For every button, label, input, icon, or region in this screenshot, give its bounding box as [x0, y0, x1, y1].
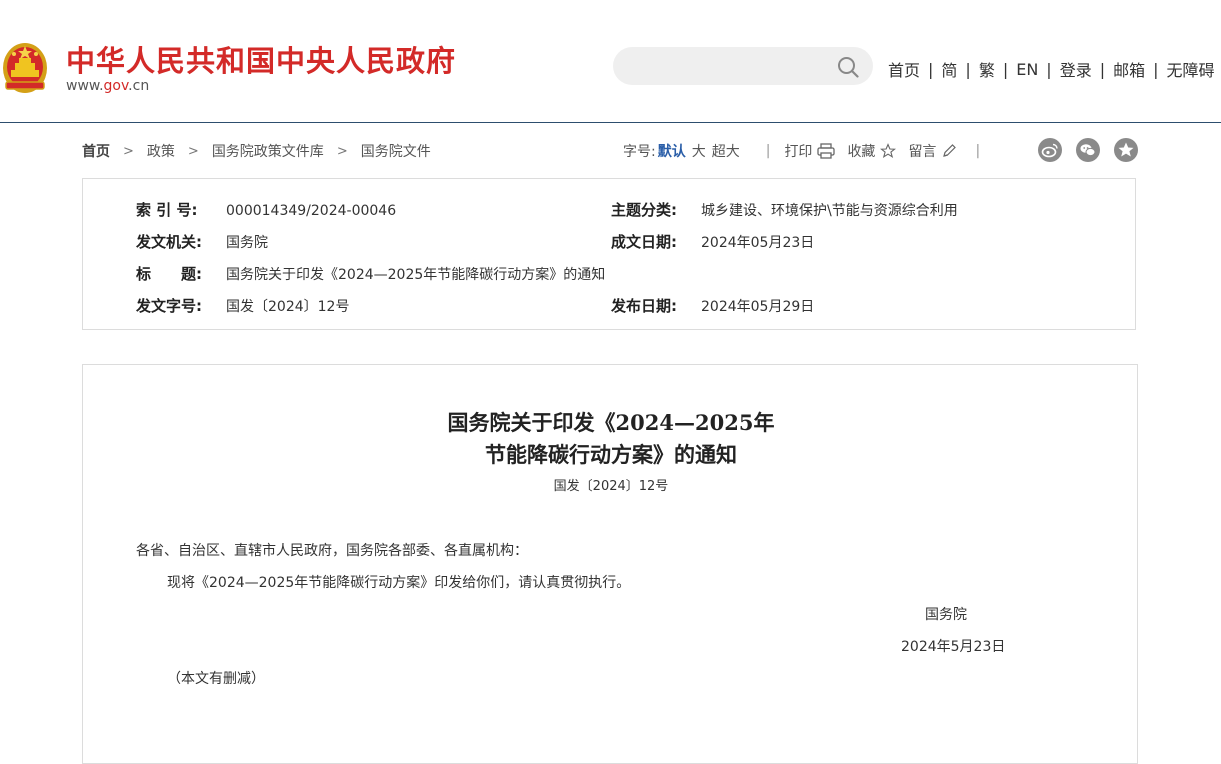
breadcrumb-policy-library[interactable]: 国务院政策文件库: [212, 141, 324, 161]
font-size-label: 字号:: [623, 144, 656, 160]
breadcrumb-arrow: >: [336, 143, 348, 159]
search-input[interactable]: [613, 47, 873, 85]
article-toolbar: 字号: 默认 大 超大 | 打印 收藏 留言 |: [623, 141, 980, 161]
meta-value: 城乡建设、环境保护\节能与资源综合利用: [701, 203, 958, 219]
font-size-extra-large[interactable]: 超大: [712, 141, 740, 161]
document-date: 2024年5月23日: [901, 639, 1006, 655]
breadcrumb-arrow: >: [187, 143, 199, 159]
document-salutation: 各省、自治区、直辖市人民政府，国务院各部委、各直属机构：: [136, 543, 528, 559]
meta-created-date: 成文日期: 2024年05月23日: [611, 231, 814, 252]
document-note: （本文有删减）: [167, 671, 265, 687]
nav-login[interactable]: 登录: [1060, 57, 1092, 81]
meta-label: 发文机关:: [136, 233, 202, 251]
meta-label: 发布日期:: [611, 297, 677, 315]
meta-label: 成文日期:: [611, 233, 677, 251]
nav-separator: |: [1002, 59, 1009, 79]
document-title-line-2: 节能降碳行动方案》的通知: [485, 442, 737, 467]
font-size-default[interactable]: 默认: [658, 141, 686, 161]
document-paragraph: 现将《2024—2025年节能降碳行动方案》印发给你们，请认真贯彻执行。: [167, 575, 631, 591]
nav-separator: |: [1046, 59, 1052, 79]
wechat-icon[interactable]: [1076, 138, 1100, 162]
nav-simplified[interactable]: 简: [941, 57, 957, 81]
nav-accessibility[interactable]: 无障碍: [1167, 57, 1215, 81]
star-icon: [880, 143, 897, 159]
nav-separator: |: [1153, 59, 1159, 79]
breadcrumb-home[interactable]: 首页: [82, 141, 110, 161]
print-button[interactable]: 打印: [784, 141, 836, 161]
document-metadata: 索 引 号: 000014349/2024-00046 主题分类: 城乡建设、环境保…: [82, 178, 1136, 330]
pencil-icon: [943, 144, 957, 157]
print-label: 打印: [784, 144, 813, 160]
meta-label: 索 引 号:: [136, 201, 198, 219]
meta-topic: 主题分类: 城乡建设、环境保护\节能与资源综合利用: [611, 199, 958, 220]
nav-separator: |: [1099, 59, 1106, 79]
site-title[interactable]: 中华人民共和国中央人民政府: [66, 38, 456, 80]
nav-separator: |: [928, 59, 934, 79]
breadcrumb-state-council-docs[interactable]: 国务院文件: [361, 141, 431, 161]
favorite-label: 收藏: [847, 144, 876, 160]
breadcrumb-policy[interactable]: 政策: [147, 141, 175, 161]
comment-button[interactable]: 留言: [908, 141, 957, 161]
meta-value: 2024年05月29日: [701, 299, 815, 315]
font-size-large[interactable]: 大: [692, 141, 706, 161]
printer-icon: [817, 143, 836, 159]
nav-traditional[interactable]: 繁: [979, 57, 995, 81]
meta-label: 标 题:: [136, 265, 202, 283]
document-body: 国务院关于印发《2024—2025年 节能降碳行动方案》的通知 国发〔2024〕…: [82, 364, 1138, 764]
document-title-line-1: 国务院关于印发《2024—2025年: [447, 410, 775, 435]
meta-label: 主题分类:: [611, 201, 677, 219]
toolbar-separator: |: [975, 143, 981, 159]
nav-mail[interactable]: 邮箱: [1113, 57, 1145, 81]
search-icon[interactable]: [837, 56, 859, 78]
top-nav: 首页 | 简 | 繁 | EN | 登录 | 邮箱 | 无障碍: [888, 57, 1215, 81]
meta-value: 国发〔2024〕12号: [226, 299, 350, 315]
meta-index: 索 引 号: 000014349/2024-00046: [136, 199, 396, 220]
favorite-button[interactable]: 收藏: [847, 141, 897, 161]
meta-value: 国务院: [226, 235, 268, 251]
nav-english[interactable]: EN: [1016, 60, 1038, 79]
breadcrumb: 首页 > 政策 > 国务院政策文件库 > 国务院文件: [82, 141, 431, 161]
meta-issuer: 发文机关: 国务院: [136, 231, 268, 252]
site-header: 中华人民共和国中央人民政府 www.gov.cn 首页 | 简 | 繁 | EN…: [0, 0, 1221, 123]
qzone-icon[interactable]: [1114, 138, 1138, 162]
site-url-suffix: .cn: [128, 78, 150, 94]
toolbar-separator: |: [765, 143, 771, 159]
meta-value: 国务院关于印发《2024—2025年节能降碳行动方案》的通知: [226, 267, 606, 283]
nav-separator: |: [965, 59, 971, 79]
site-url-prefix: www.: [66, 78, 104, 94]
weibo-icon[interactable]: [1038, 138, 1062, 162]
site-url-brand: gov: [103, 78, 129, 94]
nav-home[interactable]: 首页: [888, 57, 920, 81]
meta-published-date: 发布日期: 2024年05月29日: [611, 295, 814, 316]
comment-label: 留言: [908, 144, 937, 160]
meta-value: 000014349/2024-00046: [226, 203, 397, 219]
breadcrumb-arrow: >: [123, 143, 134, 159]
meta-value: 2024年05月23日: [701, 235, 815, 251]
document-number: 国发〔2024〕12号: [553, 479, 669, 494]
national-emblem-icon[interactable]: [2, 40, 48, 94]
meta-label: 发文字号:: [136, 297, 202, 315]
meta-title: 标 题: 国务院关于印发《2024—2025年节能降碳行动方案》的通知: [136, 263, 605, 284]
document-signature: 国务院: [925, 607, 967, 623]
meta-doc-number: 发文字号: 国发〔2024〕12号: [136, 295, 349, 316]
site-url: www.gov.cn: [66, 78, 149, 94]
